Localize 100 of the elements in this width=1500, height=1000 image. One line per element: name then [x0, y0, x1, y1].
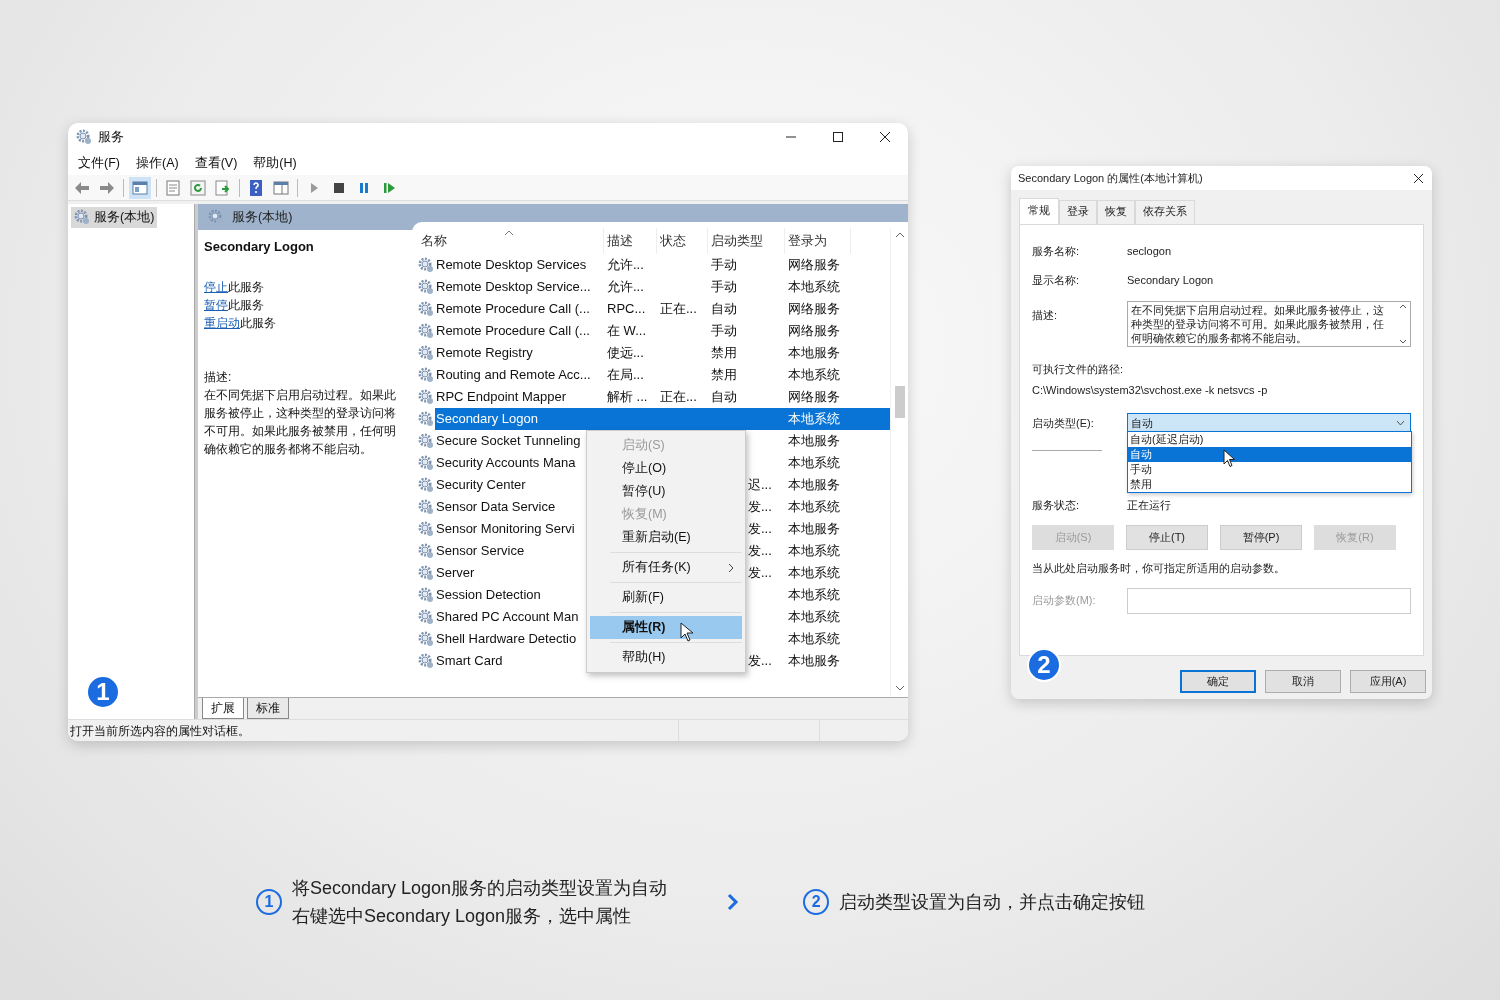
- service-name-cell[interactable]: Remote Desktop Service...: [436, 276, 591, 298]
- table-cell: 本地系统: [788, 587, 840, 602]
- menu-item[interactable]: 所有任务(K): [590, 556, 742, 579]
- menu-item[interactable]: 刷新(F): [590, 586, 742, 609]
- field-value: Secondary Logon: [1127, 272, 1214, 288]
- menu-item[interactable]: 帮助(H): [590, 646, 742, 669]
- field-label: 显示名称:: [1032, 272, 1081, 288]
- table-cell: 手动: [711, 257, 737, 272]
- menu-item[interactable]: 重新启动(E): [590, 526, 742, 549]
- table-cell: 发...: [748, 499, 772, 514]
- description-text: 在不同凭据下启用启动过程。如果此服务被停止，这种类型的登录访问将不可用。如果此服务被禁用，任何明确依赖它的服务都将不能启动。: [204, 387, 397, 458]
- table-cell: 发...: [748, 653, 772, 668]
- action-text: 此服务: [240, 316, 276, 330]
- table-cell: 使远...: [607, 345, 644, 360]
- action-text: 此服务: [228, 280, 264, 294]
- service-button[interactable]: 暂停(P): [1220, 524, 1302, 550]
- tab[interactable]: 常规: [1019, 198, 1059, 224]
- table-cell: 禁用: [711, 367, 737, 382]
- table-cell: 网络服务: [788, 257, 840, 272]
- table-cell: 自动: [711, 389, 737, 404]
- view-tab[interactable]: 标准: [247, 698, 289, 719]
- service-name-cell[interactable]: Secure Socket Tunneling: [436, 430, 581, 452]
- description-label: 描述:: [204, 369, 233, 386]
- field-label: 启动类型(E):: [1032, 415, 1095, 431]
- step-number: 1: [256, 889, 282, 915]
- service-name-cell[interactable]: RPC Endpoint Mapper: [436, 386, 567, 408]
- service-button[interactable]: 停止(T): [1126, 524, 1208, 550]
- dropdown-option[interactable]: 禁用: [1128, 476, 1411, 492]
- service-name-cell[interactable]: Security Accounts Mana: [436, 452, 576, 474]
- field-label: 描述:: [1032, 307, 1059, 323]
- menu-item[interactable]: 属性(R): [590, 616, 742, 639]
- table-cell: 本地服务: [788, 345, 840, 360]
- menu-item[interactable]: 暂停(U): [590, 480, 742, 503]
- column-header[interactable]: 描述: [604, 228, 657, 254]
- startup-type-dropdown[interactable]: 自动: [1127, 412, 1411, 434]
- service-name-cell[interactable]: Session Detection: [436, 584, 541, 606]
- table-cell: 本地服务: [788, 433, 840, 448]
- table-cell: 禁用: [711, 345, 737, 360]
- table-cell: 解析 ...: [607, 389, 648, 404]
- field-value: C:\Windows\system32\svchost.exe -k netsvcs -p: [1032, 383, 1269, 398]
- dropdown-option[interactable]: 自动(延迟启动): [1128, 431, 1411, 447]
- menu-item[interactable]: 停止(O): [590, 457, 742, 480]
- tab[interactable]: 恢复: [1097, 200, 1135, 224]
- tree-item[interactable]: 服务(本地): [71, 207, 158, 228]
- table-cell: 本地系统: [788, 367, 840, 382]
- field-label: 可执行文件的路径:: [1032, 361, 1125, 377]
- table-cell: 允许...: [607, 257, 644, 272]
- dropdown-option[interactable]: 手动: [1128, 461, 1411, 477]
- service-name-cell[interactable]: Routing and Remote Acc...: [436, 364, 591, 386]
- action-link[interactable]: 重启动: [204, 316, 240, 330]
- service-name-cell[interactable]: Shared PC Account Man: [436, 606, 579, 628]
- column-header[interactable]: 登录为: [785, 228, 851, 254]
- caption-text: 将Secondary Logon服务的启动类型设置为自动: [292, 877, 668, 900]
- table-cell: 发...: [748, 565, 772, 580]
- service-name-cell[interactable]: Secondary Logon: [436, 408, 542, 430]
- column-header[interactable]: 状态: [657, 228, 708, 254]
- table-cell: 本地服务: [788, 477, 840, 492]
- table-cell: 自动: [711, 301, 737, 316]
- table-cell: 网络服务: [788, 301, 840, 316]
- column-header[interactable]: 名称: [418, 228, 604, 254]
- service-name-cell[interactable]: Remote Registry: [436, 342, 533, 364]
- window-title: 服务: [98, 128, 124, 147]
- table-cell: 本地系统: [788, 631, 840, 646]
- status-text: 打开当前所选内容的属性对话框。: [70, 722, 251, 740]
- table-cell: 本地系统: [788, 543, 840, 558]
- dialog-button[interactable]: 应用(A): [1350, 669, 1426, 693]
- service-name-cell[interactable]: Sensor Service: [436, 540, 525, 562]
- service-name-cell[interactable]: Smart Card: [436, 650, 503, 672]
- step-number: 2: [803, 889, 830, 915]
- menu-item[interactable]: 操作(A): [129, 151, 185, 175]
- service-name-cell[interactable]: Remote Procedure Call (...: [436, 320, 590, 342]
- table-cell: 本地服务: [788, 521, 840, 536]
- action-link[interactable]: 暂停: [204, 298, 228, 312]
- service-name-cell[interactable]: Sensor Data Service: [436, 496, 556, 518]
- table-cell: 本地系统: [788, 455, 840, 470]
- service-name-cell[interactable]: Sensor Monitoring Servi: [436, 518, 575, 540]
- service-name-cell[interactable]: Shell Hardware Detectio: [436, 628, 577, 650]
- service-name-cell[interactable]: Security Center: [436, 474, 526, 496]
- dialog-button[interactable]: 取消: [1265, 669, 1341, 693]
- service-name-cell[interactable]: Remote Desktop Services: [436, 254, 587, 276]
- table-cell: 本地系统: [788, 499, 840, 514]
- menu-item[interactable]: 文件(F): [72, 151, 126, 175]
- table-cell: 网络服务: [788, 323, 840, 338]
- field-label: 服务状态:: [1032, 498, 1081, 514]
- menu-item[interactable]: 查看(V): [188, 151, 244, 175]
- table-cell: 手动: [711, 323, 737, 338]
- table-cell: 本地系统: [788, 565, 840, 580]
- table-cell: 在 W...: [607, 323, 646, 338]
- column-header[interactable]: 启动类型: [708, 228, 785, 254]
- service-name-cell[interactable]: Server: [436, 562, 475, 584]
- dialog-button[interactable]: 确定: [1180, 669, 1256, 693]
- service-name-cell[interactable]: Remote Procedure Call (...: [436, 298, 590, 320]
- tab[interactable]: 依存关系: [1135, 200, 1195, 224]
- service-name: Secondary Logon: [204, 238, 315, 256]
- tab[interactable]: 登录: [1059, 200, 1097, 224]
- table-cell: 网络服务: [788, 389, 840, 404]
- menu-item[interactable]: 帮助(H): [247, 151, 303, 175]
- view-tab[interactable]: 扩展: [202, 698, 244, 719]
- action-link[interactable]: 停止: [204, 280, 228, 294]
- table-cell: 手动: [711, 279, 737, 294]
